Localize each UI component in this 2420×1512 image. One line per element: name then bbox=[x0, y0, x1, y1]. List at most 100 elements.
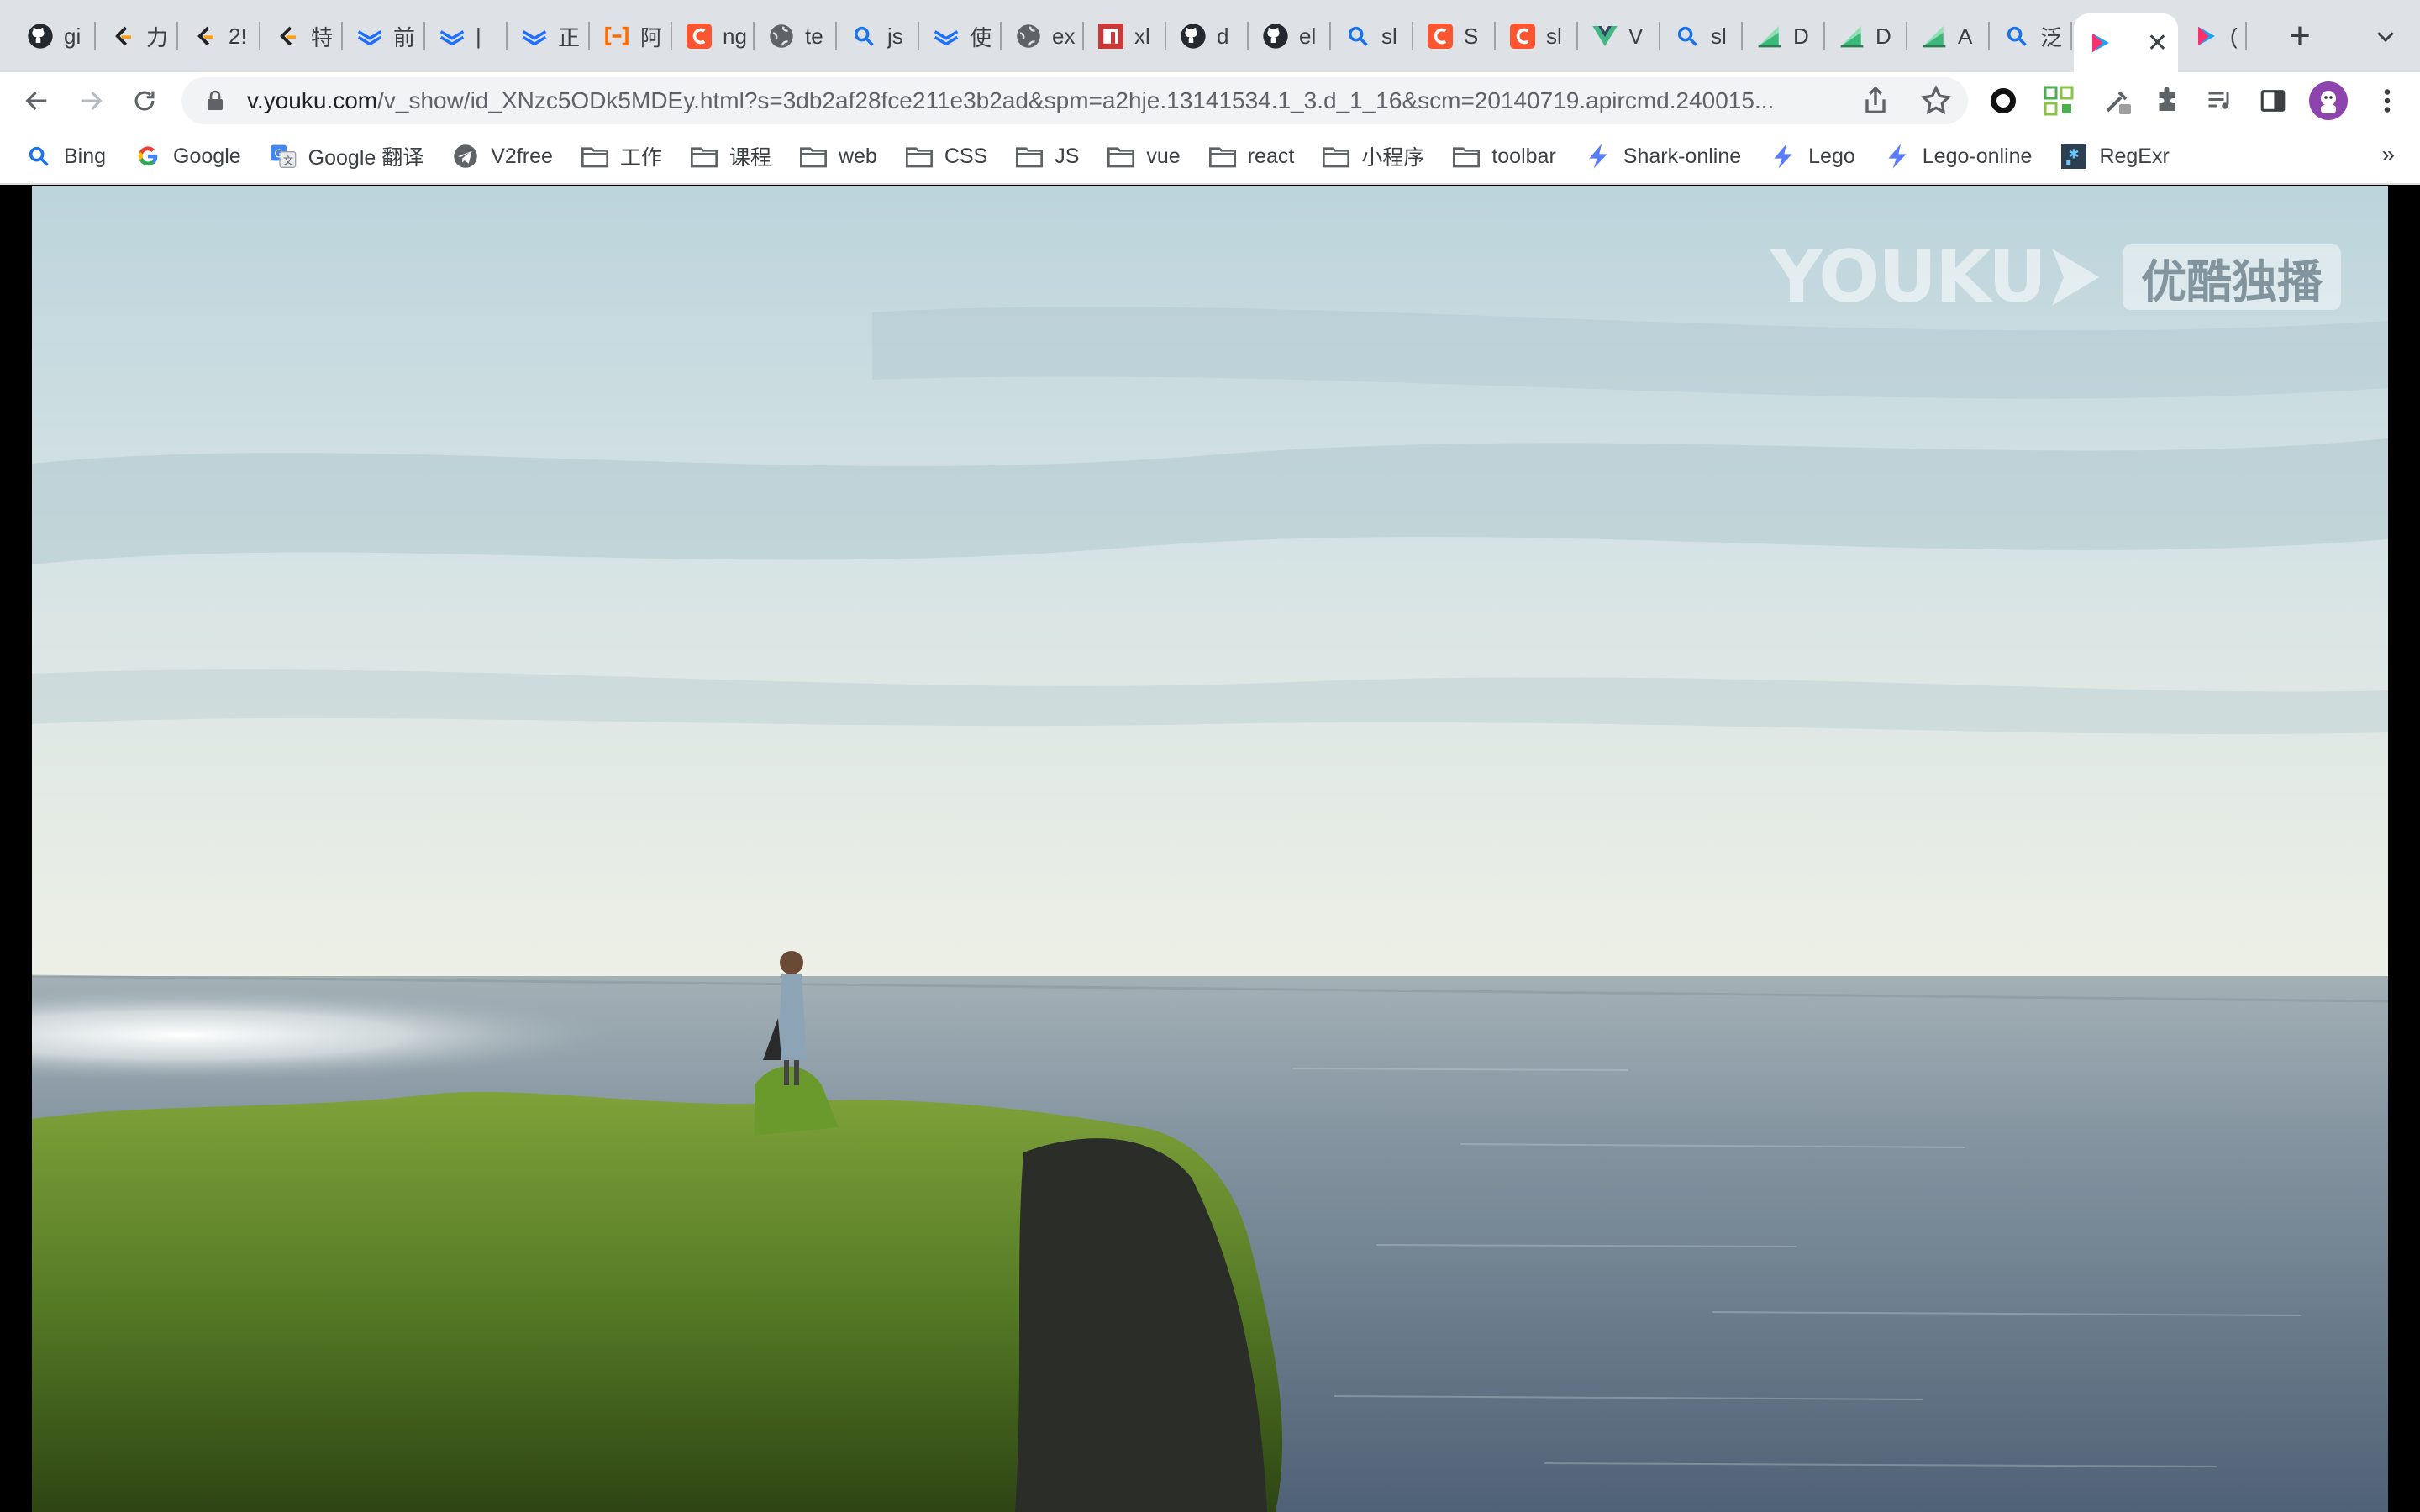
folder-icon bbox=[1453, 143, 1481, 170]
bookmark-item[interactable]: Shark-online bbox=[1585, 135, 1741, 177]
video-player[interactable]: YOUKU 优酷独播 bbox=[0, 186, 2420, 1512]
bookmark-item[interactable]: 课程 bbox=[690, 135, 771, 177]
folder-icon bbox=[1016, 143, 1044, 170]
browser-tab[interactable]: D bbox=[1743, 0, 1825, 72]
extension-eyedropper-icon[interactable] bbox=[2101, 72, 2134, 129]
folder-icon bbox=[1107, 143, 1135, 170]
bookmark-item[interactable]: Lego bbox=[1770, 135, 1855, 177]
browser-tab[interactable]: A bbox=[1907, 0, 1990, 72]
browser-tab[interactable]: 特 bbox=[260, 0, 343, 72]
csdn-icon bbox=[686, 23, 713, 50]
extension-record-icon[interactable] bbox=[1988, 72, 2018, 129]
tab-search-chevron-icon[interactable] bbox=[2373, 24, 2398, 49]
bookmarks-overflow-button[interactable]: » bbox=[2381, 141, 2395, 168]
bookmark-item[interactable]: vue bbox=[1107, 135, 1181, 177]
bookmark-item[interactable]: G 文 Google 翻译 bbox=[270, 135, 424, 177]
browser-toolbar: v.youku.com/v_show/id_XNzc5ODk5MDEy.html… bbox=[0, 72, 2420, 129]
browser-tab[interactable]: V bbox=[1578, 0, 1660, 72]
bookmark-item[interactable]: Google bbox=[134, 135, 241, 177]
bookmark-item[interactable]: V2free bbox=[452, 135, 553, 177]
share-icon[interactable] bbox=[1859, 84, 1892, 118]
bolt-icon bbox=[1770, 143, 1797, 170]
browser-tab[interactable]: el bbox=[1249, 0, 1331, 72]
browser-tab[interactable]: ex bbox=[1002, 0, 1084, 72]
tab-title: 力 bbox=[146, 24, 169, 50]
browser-tab[interactable]: js bbox=[837, 0, 919, 72]
youku-icon bbox=[2193, 23, 2220, 50]
video-scene-image bbox=[32, 186, 2388, 1512]
browser-tab[interactable]: sl bbox=[1496, 0, 1578, 72]
reload-icon bbox=[134, 91, 155, 111]
browser-tab[interactable]: 泛 bbox=[1990, 0, 2072, 72]
translate-icon: G文 bbox=[270, 143, 297, 170]
bookmark-item[interactable]: JS bbox=[1016, 135, 1079, 177]
media-control-icon[interactable] bbox=[2205, 72, 2235, 129]
tab-title: A bbox=[1958, 23, 1973, 49]
browser-tab[interactable]: 正 bbox=[508, 0, 590, 72]
browser-tab-active[interactable]: ✕ bbox=[2074, 13, 2178, 72]
vue-icon bbox=[1591, 23, 1618, 50]
bookmark-item[interactable]: CSS bbox=[905, 135, 988, 177]
video-frame[interactable]: YOUKU 优酷独播 bbox=[32, 186, 2388, 1512]
youku-icon bbox=[2087, 29, 2114, 56]
browser-tab[interactable]: 力 bbox=[96, 0, 178, 72]
bookmark-item[interactable]: 小程序 bbox=[1323, 135, 1424, 177]
url-text[interactable]: v.youku.com/v_show/id_XNzc5ODk5MDEy.html… bbox=[247, 87, 1844, 114]
svg-text:文: 文 bbox=[283, 154, 293, 166]
browser-tab[interactable]: gi bbox=[13, 0, 96, 72]
browser-tab[interactable]: ng bbox=[672, 0, 755, 72]
browser-tab[interactable]: D bbox=[1825, 0, 1907, 72]
forward-button[interactable] bbox=[64, 74, 118, 128]
bookmark-item[interactable]: Lego-online bbox=[1884, 135, 2033, 177]
tab-title: te bbox=[805, 23, 823, 49]
yuque-icon bbox=[933, 23, 960, 50]
bookmark-item[interactable]: react bbox=[1208, 135, 1294, 177]
bookmark-item[interactable]: web bbox=[799, 135, 877, 177]
bookmark-label: toolbar bbox=[1491, 144, 1556, 168]
browser-menu-icon[interactable] bbox=[2375, 72, 2400, 129]
bookmark-label: Lego-online bbox=[1922, 144, 2033, 168]
browser-tab[interactable]: d bbox=[1166, 0, 1249, 72]
browser-tab[interactable]: S bbox=[1413, 0, 1496, 72]
folder-icon bbox=[799, 143, 827, 170]
leetcode-icon bbox=[274, 23, 301, 50]
bookmark-label: Bing bbox=[64, 144, 107, 168]
bolt-icon bbox=[1585, 143, 1612, 170]
lock-icon[interactable] bbox=[198, 90, 232, 112]
side-panel-icon[interactable] bbox=[2259, 72, 2287, 129]
close-tab-icon[interactable]: ✕ bbox=[2147, 29, 2168, 58]
forward-arrow-icon bbox=[81, 91, 103, 111]
bookmark-label: CSS bbox=[944, 144, 988, 168]
search-icon bbox=[25, 143, 52, 170]
browser-tab[interactable]: 前 bbox=[343, 0, 425, 72]
bookmark-item[interactable]: 工作 bbox=[581, 135, 662, 177]
profile-avatar[interactable] bbox=[2309, 72, 2348, 129]
bookmark-item[interactable]: toolbar bbox=[1453, 135, 1556, 177]
browser-tab[interactable]: sl bbox=[1660, 0, 1743, 72]
csdn-icon bbox=[1427, 23, 1454, 50]
bookmark-label: 工作 bbox=[619, 146, 662, 170]
bookmark-star-icon[interactable] bbox=[1919, 84, 1953, 118]
bookmark-item[interactable]: RegExr bbox=[2060, 135, 2170, 177]
address-bar[interactable]: v.youku.com/v_show/id_XNzc5ODk5MDEy.html… bbox=[182, 77, 1968, 124]
reload-button[interactable] bbox=[118, 74, 171, 128]
browser-tab[interactable]: 使 bbox=[919, 0, 1002, 72]
extension-qr-icon[interactable] bbox=[2044, 72, 2074, 129]
browser-tab[interactable]: | bbox=[425, 0, 508, 72]
browser-tab[interactable]: xl bbox=[1084, 0, 1166, 72]
npm-icon bbox=[1097, 23, 1124, 50]
browser-tab[interactable]: ( bbox=[2180, 0, 2247, 72]
browser-tab[interactable]: sl bbox=[1331, 0, 1413, 72]
new-tab-button[interactable]: + bbox=[2270, 0, 2329, 72]
bookmark-item[interactable]: Bing bbox=[25, 135, 106, 177]
bookmark-label: Google bbox=[173, 144, 241, 168]
browser-tab[interactable]: 阿 bbox=[590, 0, 672, 72]
browser-tab[interactable]: te bbox=[755, 0, 837, 72]
bookmark-label: Shark-online bbox=[1623, 144, 1742, 168]
extensions-puzzle-icon[interactable] bbox=[2153, 72, 2183, 129]
browser-tab[interactable]: 2! bbox=[178, 0, 260, 72]
tab-title: 泛 bbox=[2040, 24, 2063, 50]
tab-title: sl bbox=[1381, 23, 1397, 49]
bookmark-label: V2free bbox=[491, 144, 553, 168]
back-button[interactable] bbox=[10, 74, 64, 128]
